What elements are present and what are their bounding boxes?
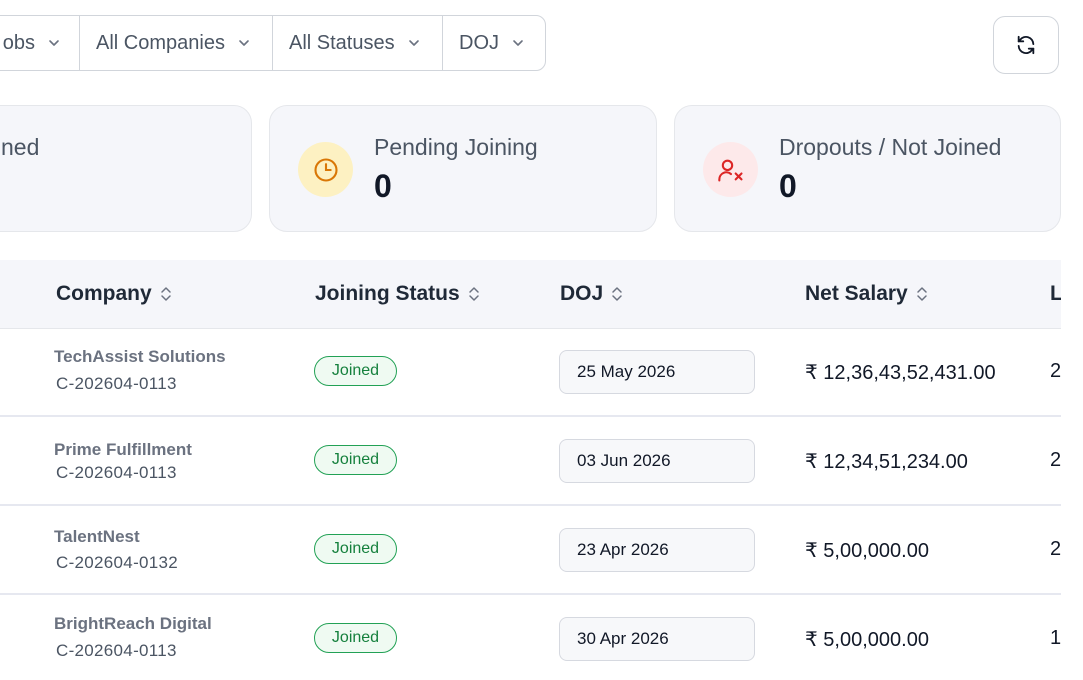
net-salary-header-label: Net Salary	[805, 282, 908, 305]
refresh-button[interactable]	[993, 16, 1059, 74]
sort-icon	[468, 287, 479, 301]
doj-date-field[interactable]: 25 May 2026	[559, 350, 755, 394]
column-header-net-salary[interactable]: Net Salary	[805, 282, 928, 306]
column-header-next[interactable]: L	[1050, 282, 1061, 306]
company-name: TalentNest	[54, 527, 140, 546]
clock-icon	[298, 142, 353, 197]
user-x-icon	[703, 142, 758, 197]
doj-date-field[interactable]: 30 Apr 2026	[559, 617, 755, 661]
table-row[interactable]: Prime Fulfillment C-202604-0113 Joined 0…	[0, 417, 1061, 506]
doj-filter-label: DOJ	[459, 31, 499, 54]
table-row[interactable]: TalentNest C-202604-0132 Joined 23 Apr 2…	[0, 506, 1061, 595]
status-badge: Joined	[314, 356, 397, 386]
jobs-filter[interactable]: obs	[0, 16, 80, 70]
dropouts-card: Dropouts / Not Joined 0	[674, 105, 1061, 232]
doj-filter[interactable]: DOJ	[443, 16, 545, 70]
chevron-down-icon	[513, 40, 523, 46]
net-salary-value: ₹ 12,34,51,234.00	[805, 451, 968, 473]
company-code: C-202604-0113	[56, 463, 177, 482]
doj-date-field[interactable]: 03 Jun 2026	[559, 439, 755, 483]
company-name: Prime Fulfillment	[54, 440, 192, 459]
company-name: TechAssist Solutions	[54, 347, 226, 366]
filter-bar: obs All Companies All Statuses DOJ	[0, 15, 546, 71]
sort-icon	[160, 287, 171, 301]
table-row[interactable]: BrightReach Digital C-202604-0113 Joined…	[0, 595, 1061, 680]
companies-filter[interactable]: All Companies	[80, 16, 273, 70]
next-header-label: L	[1050, 282, 1061, 305]
next-column-value: 1(	[1050, 627, 1061, 649]
dropouts-label: Dropouts / Not Joined	[779, 134, 1002, 160]
joined-stat-clip: ned	[1, 106, 101, 231]
next-column-value: 2	[1050, 538, 1061, 560]
joining-status-header-label: Joining Status	[315, 282, 460, 305]
next-column-value: 2	[1050, 360, 1061, 382]
statuses-filter[interactable]: All Statuses	[273, 16, 443, 70]
net-salary-value: ₹ 5,00,000.00	[805, 629, 929, 651]
doj-date-field[interactable]: 23 Apr 2026	[559, 528, 755, 572]
statuses-filter-label: All Statuses	[289, 31, 395, 54]
chevron-down-icon	[239, 40, 249, 46]
chevron-down-icon	[408, 40, 419, 46]
sort-icon	[612, 287, 622, 301]
joined-stat-card: ned	[0, 105, 252, 232]
sort-icon	[916, 287, 927, 301]
net-salary-value: ₹ 12,36,43,52,431.00	[805, 362, 996, 384]
pending-joining-card: Pending Joining 0	[269, 105, 657, 232]
status-badge: Joined	[314, 445, 397, 475]
next-column-value: 2	[1050, 449, 1061, 471]
jobs-filter-label: obs	[2, 31, 35, 54]
doj-header-label: DOJ	[560, 282, 604, 305]
pending-joining-label: Pending Joining	[374, 134, 538, 160]
company-code: C-202604-0132	[56, 553, 179, 572]
company-code: C-202604-0113	[56, 374, 177, 393]
pending-joining-count: 0	[374, 168, 392, 204]
table-row[interactable]: TechAssist Solutions C-202604-0113 Joine…	[0, 328, 1061, 417]
column-header-joining-status[interactable]: Joining Status	[315, 282, 480, 306]
company-name: BrightReach Digital	[54, 614, 212, 633]
company-code: C-202604-0113	[56, 641, 177, 660]
refresh-icon	[1017, 35, 1035, 55]
column-header-doj[interactable]: DOJ	[560, 282, 623, 306]
status-badge: Joined	[314, 534, 397, 564]
column-header-company[interactable]: Company	[56, 282, 172, 306]
status-badge: Joined	[314, 623, 397, 653]
dropouts-count: 0	[779, 168, 797, 204]
company-header-label: Company	[56, 282, 152, 305]
companies-filter-label: All Companies	[96, 31, 225, 54]
chevron-down-icon	[49, 40, 59, 46]
joined-stat-label: ned	[1, 134, 40, 160]
joining-table: Company Joining Status DOJ Net Salary L …	[0, 260, 1061, 680]
net-salary-value: ₹ 5,00,000.00	[805, 540, 929, 562]
